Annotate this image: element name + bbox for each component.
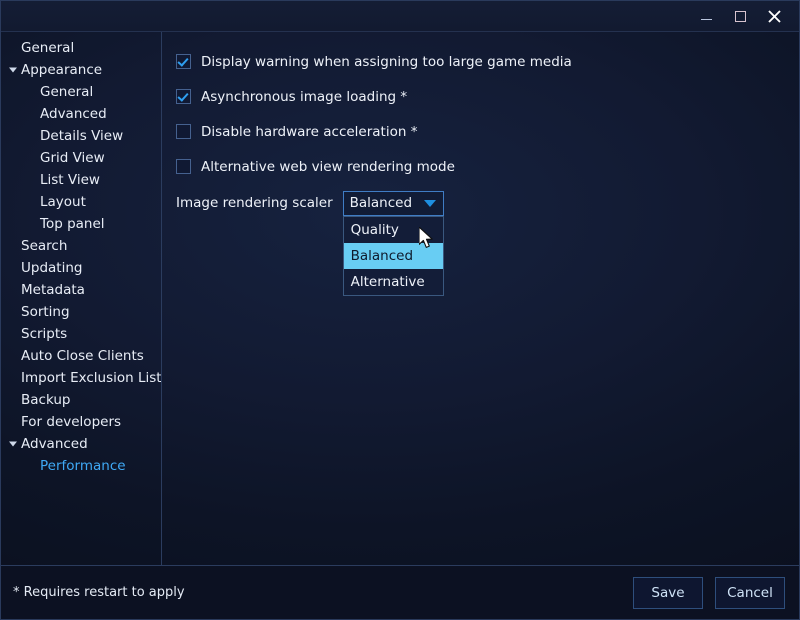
sidebar-item-updating[interactable]: Updating xyxy=(1,257,161,279)
sidebar-item-sorting[interactable]: Sorting xyxy=(1,301,161,323)
window-controls xyxy=(689,1,799,31)
checkbox-label: Display warning when assigning too large… xyxy=(201,53,572,70)
sidebar-item-general[interactable]: General xyxy=(1,37,161,59)
image-rendering-scaler-value: Balanced xyxy=(349,195,413,211)
checkbox-row[interactable]: Asynchronous image loading * xyxy=(176,79,799,114)
sidebar-item-label: For developers xyxy=(21,414,122,430)
sidebar-item-for-developers[interactable]: For developers xyxy=(1,411,161,433)
checkbox-label: Alternative web view rendering mode xyxy=(201,158,455,175)
checkbox-unchecked-icon[interactable] xyxy=(176,159,191,174)
dropdown-option-alternative[interactable]: Alternative xyxy=(344,269,443,295)
close-icon xyxy=(767,9,781,23)
sidebar-item-import-exclusion-list[interactable]: Import Exclusion List xyxy=(1,367,161,389)
image-rendering-scaler-row: Image rendering scaler Balanced Quality B… xyxy=(176,186,799,296)
maximize-icon xyxy=(734,10,746,22)
image-rendering-scaler-combo-wrap: Balanced Quality Balanced Alternative xyxy=(342,190,444,296)
sidebar-item-label: Metadata xyxy=(21,282,85,298)
settings-window: General Appearance General Advanced Details … xyxy=(0,0,800,620)
sidebar-item-label: Auto Close Clients xyxy=(21,348,144,364)
sidebar-item-metadata[interactable]: Metadata xyxy=(1,279,161,301)
sidebar-item-label: Import Exclusion List xyxy=(21,370,162,386)
sidebar-item-appearance[interactable]: Appearance xyxy=(1,59,161,81)
sidebar-item-performance[interactable]: Performance xyxy=(1,455,161,477)
chevron-down-icon xyxy=(423,199,436,207)
checkbox-checked-icon[interactable] xyxy=(176,54,191,69)
sidebar-item-label: Details View xyxy=(40,128,124,144)
save-button[interactable]: Save xyxy=(633,576,703,609)
dialog-footer: * Requires restart to apply Save Cancel xyxy=(1,565,799,619)
minimize-icon xyxy=(700,18,712,20)
sidebar-item-label: Sorting xyxy=(21,304,70,320)
sidebar-item-advanced[interactable]: Advanced xyxy=(1,433,161,455)
settings-content-pane: Display warning when assigning too large… xyxy=(162,32,799,565)
checkbox-row[interactable]: Disable hardware acceleration * xyxy=(176,114,799,149)
sidebar-item-details-view[interactable]: Details View xyxy=(1,125,161,147)
close-button[interactable] xyxy=(757,1,791,32)
image-rendering-scaler-dropdown[interactable]: Quality Balanced Alternative xyxy=(342,215,444,296)
sidebar-item-label: Updating xyxy=(21,260,83,276)
maximize-button[interactable] xyxy=(723,1,757,32)
checkbox-label: Asynchronous image loading * xyxy=(201,88,408,105)
sidebar-item-label: Advanced xyxy=(40,106,107,122)
expand-arrow-icon[interactable] xyxy=(9,67,17,73)
dropdown-option-quality[interactable]: Quality xyxy=(344,217,443,243)
sidebar-item-label: General xyxy=(40,84,94,100)
image-rendering-scaler-label: Image rendering scaler xyxy=(176,195,333,211)
sidebar-item-label: Grid View xyxy=(40,150,105,166)
sidebar-item-label: Top panel xyxy=(40,216,105,232)
checkbox-checked-icon[interactable] xyxy=(176,89,191,104)
sidebar-item-label: General xyxy=(21,40,75,56)
sidebar-item-search[interactable]: Search xyxy=(1,235,161,257)
sidebar-item-backup[interactable]: Backup xyxy=(1,389,161,411)
cancel-button[interactable]: Cancel xyxy=(715,576,785,609)
settings-sidebar: General Appearance General Advanced Details … xyxy=(1,32,162,565)
sidebar-item-label: List View xyxy=(40,172,100,188)
sidebar-item-general[interactable]: General xyxy=(1,81,161,103)
checkbox-row[interactable]: Display warning when assigning too large… xyxy=(176,44,799,79)
sidebar-item-label: Performance xyxy=(40,458,126,474)
expand-arrow-icon[interactable] xyxy=(9,441,17,447)
restart-note: * Requires restart to apply xyxy=(13,585,185,600)
sidebar-item-label: Advanced xyxy=(21,436,88,452)
sidebar-item-advanced[interactable]: Advanced xyxy=(1,103,161,125)
checkbox-row[interactable]: Alternative web view rendering mode xyxy=(176,149,799,184)
window-titlebar xyxy=(1,1,799,32)
dropdown-option-balanced[interactable]: Balanced xyxy=(343,242,443,269)
image-rendering-scaler-select[interactable]: Balanced xyxy=(342,190,444,216)
sidebar-item-grid-view[interactable]: Grid View xyxy=(1,147,161,169)
sidebar-item-auto-close-clients[interactable]: Auto Close Clients xyxy=(1,345,161,367)
sidebar-item-label: Search xyxy=(21,238,68,254)
footer-buttons: Save Cancel xyxy=(633,576,785,609)
checkbox-label: Disable hardware acceleration * xyxy=(201,123,418,140)
sidebar-item-label: Layout xyxy=(40,194,86,210)
window-body: General Appearance General Advanced Details … xyxy=(1,32,799,565)
sidebar-item-list-view[interactable]: List View xyxy=(1,169,161,191)
sidebar-item-scripts[interactable]: Scripts xyxy=(1,323,161,345)
sidebar-item-label: Appearance xyxy=(21,62,103,78)
minimize-button[interactable] xyxy=(689,1,723,32)
sidebar-item-layout[interactable]: Layout xyxy=(1,191,161,213)
sidebar-item-label: Backup xyxy=(21,392,71,408)
sidebar-item-top-panel[interactable]: Top panel xyxy=(1,213,161,235)
checkbox-unchecked-icon[interactable] xyxy=(176,124,191,139)
checkbox-group: Display warning when assigning too large… xyxy=(176,44,799,184)
sidebar-item-label: Scripts xyxy=(21,326,68,342)
